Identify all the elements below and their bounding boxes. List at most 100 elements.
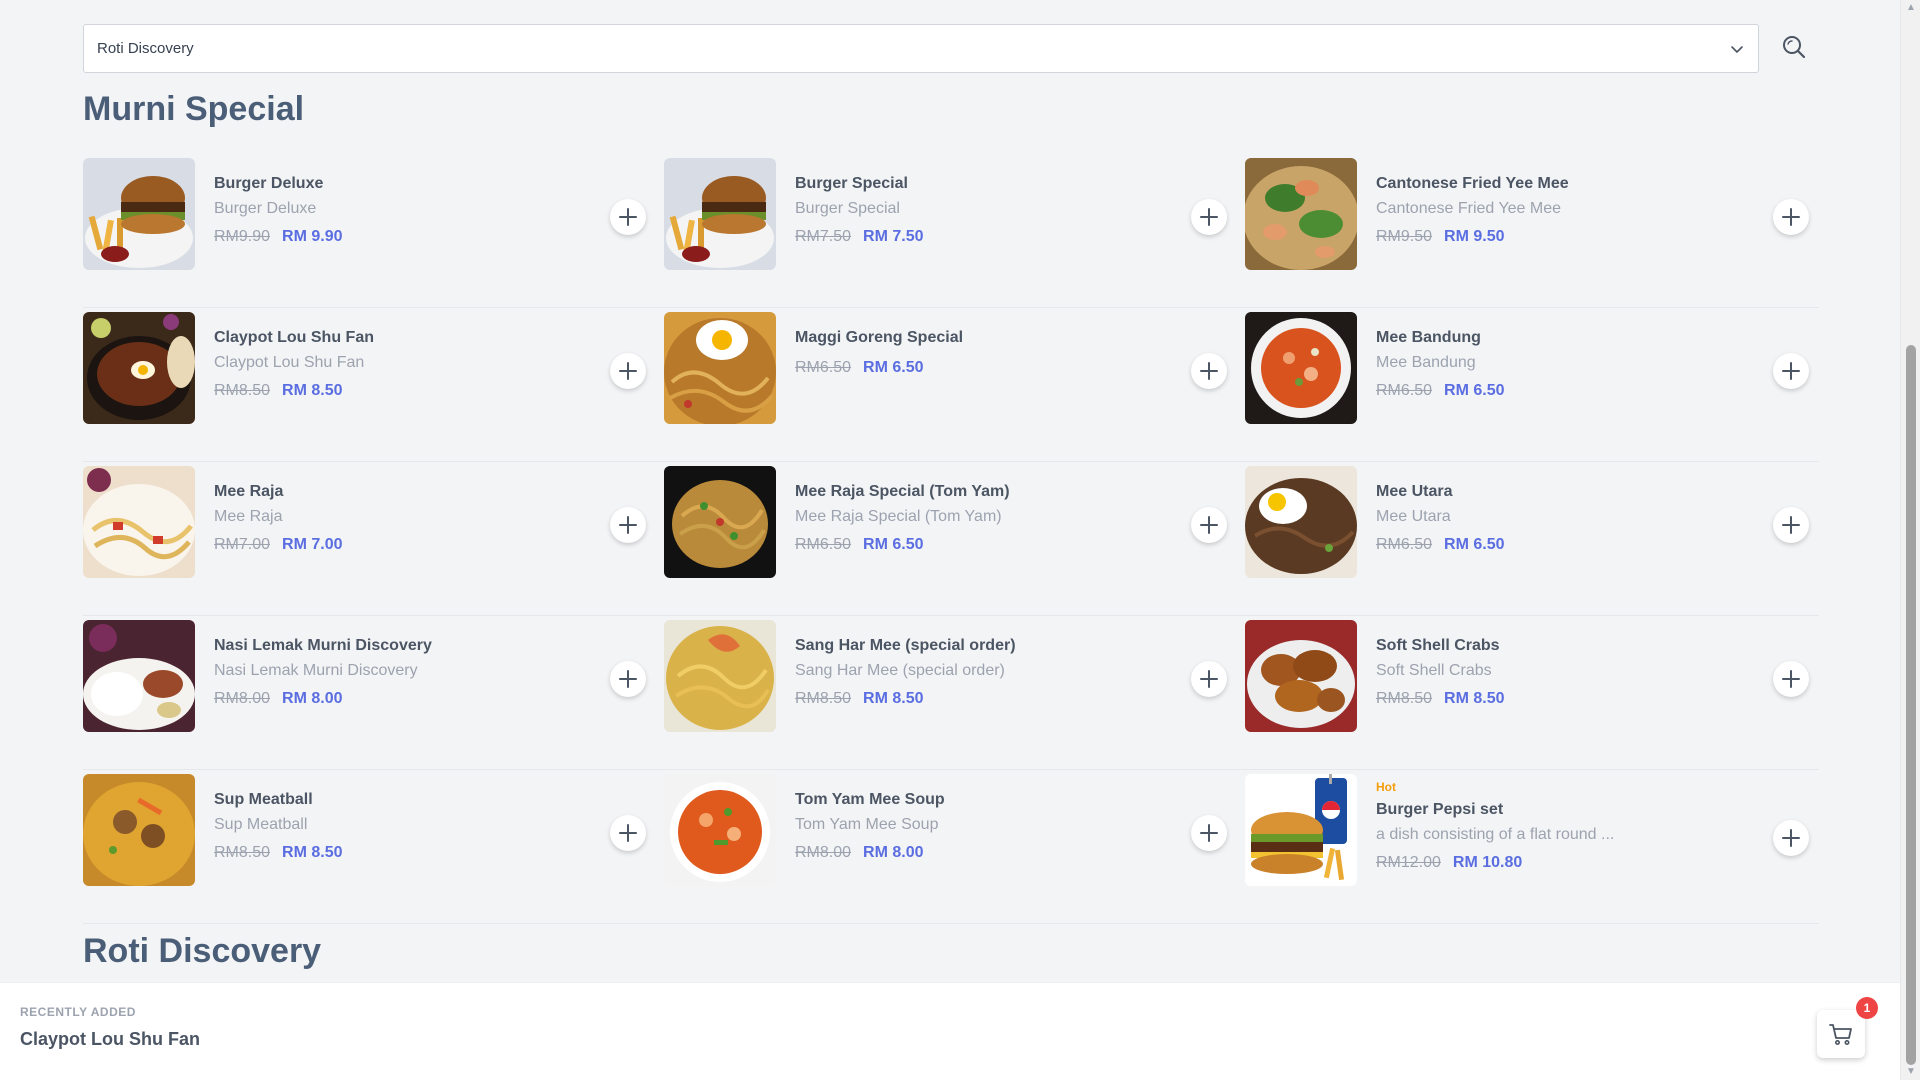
menu-item-card[interactable]: Burger Special Burger Special RM7.50 RM 7.5… bbox=[664, 154, 1245, 308]
scrollbar-thumb[interactable] bbox=[1906, 345, 1916, 1065]
current-price: RM 8.50 bbox=[282, 382, 343, 399]
add-to-cart-button[interactable] bbox=[1191, 353, 1227, 389]
plus-icon bbox=[1200, 208, 1218, 226]
menu-item-name[interactable]: Maggi Goreng Special bbox=[795, 328, 1165, 348]
menu-item-description: Mee Raja bbox=[214, 508, 283, 525]
menu-item-name[interactable]: Tom Yam Mee Soup bbox=[795, 790, 1165, 810]
search-button[interactable] bbox=[1779, 32, 1809, 62]
cart-button[interactable] bbox=[1817, 1010, 1865, 1058]
menu-item-image[interactable] bbox=[664, 466, 776, 578]
menu-item-card[interactable]: Claypot Lou Shu Fan Claypot Lou Shu Fan RM… bbox=[83, 308, 664, 462]
menu-item-name[interactable]: Sup Meatball bbox=[214, 790, 584, 810]
add-to-cart-button[interactable] bbox=[1191, 815, 1227, 851]
add-to-cart-button[interactable] bbox=[610, 507, 646, 543]
add-to-cart-button[interactable] bbox=[610, 199, 646, 235]
menu-item-name[interactable]: Sang Har Mee (special order) bbox=[795, 636, 1165, 656]
add-to-cart-button[interactable] bbox=[1773, 507, 1809, 543]
menu-item-name[interactable]: Burger Special bbox=[795, 174, 1165, 194]
menu-item-image[interactable] bbox=[664, 158, 776, 270]
menu-item-image[interactable] bbox=[1245, 620, 1357, 732]
menu-item-name[interactable]: Soft Shell Crabs bbox=[1376, 636, 1746, 656]
current-price: RM 9.50 bbox=[1444, 228, 1505, 245]
meatball-soup-photo bbox=[83, 774, 195, 886]
menu-item-name[interactable]: Mee Utara bbox=[1376, 482, 1746, 502]
add-to-cart-button[interactable] bbox=[610, 815, 646, 851]
menu-item-image[interactable] bbox=[83, 158, 195, 270]
plus-icon bbox=[1200, 670, 1218, 688]
recently-added-bar: RECENTLY ADDED Claypot Lou Shu Fan 1 bbox=[0, 982, 1900, 1080]
page-scrollbar[interactable]: ▲ ▼ bbox=[1900, 0, 1920, 1080]
menu-item-prices: RM8.00 RM 8.00 bbox=[795, 843, 1165, 863]
menu-item-info: Mee Raja Special (Tom Yam) Mee Raja Speci… bbox=[795, 482, 1165, 555]
add-to-cart-button[interactable] bbox=[1773, 820, 1809, 856]
menu-item-card[interactable]: Burger Deluxe Burger Deluxe RM9.90 RM 9.90 bbox=[83, 154, 664, 308]
menu-item-info: Claypot Lou Shu Fan Claypot Lou Shu Fan RM… bbox=[214, 328, 584, 401]
menu-item-card[interactable]: Maggi Goreng Special RM6.50 RM 6.50 bbox=[664, 308, 1245, 462]
original-price: RM8.50 bbox=[1376, 690, 1433, 707]
fried-noodle-photo bbox=[664, 466, 776, 578]
menu-item-info: Hot Burger Pepsi set a dish consisting of … bbox=[1376, 780, 1746, 873]
menu-item-card[interactable]: Mee Bandung Mee Bandung RM6.50 RM 6.50 bbox=[1245, 308, 1819, 462]
add-to-cart-button[interactable] bbox=[1191, 507, 1227, 543]
menu-item-card[interactable]: Hot Burger Pepsi set a dish consisting of … bbox=[1245, 770, 1819, 924]
menu-item-name[interactable]: Mee Bandung bbox=[1376, 328, 1746, 348]
menu-item-card[interactable]: Mee Utara Mee Utara RM6.50 RM 6.50 bbox=[1245, 462, 1819, 616]
menu-item-card[interactable]: Nasi Lemak Murni Discovery Nasi Lemak Mur… bbox=[83, 616, 664, 770]
menu-item-image[interactable] bbox=[83, 312, 195, 424]
recently-added-item[interactable]: Claypot Lou Shu Fan bbox=[20, 1029, 200, 1050]
menu-item-card[interactable]: Cantonese Fried Yee Mee Cantonese Fried Y… bbox=[1245, 154, 1819, 308]
menu-item-card[interactable]: Sang Har Mee (special order) Sang Har Mee… bbox=[664, 616, 1245, 770]
add-to-cart-button[interactable] bbox=[1773, 661, 1809, 697]
menu-item-image[interactable] bbox=[664, 774, 776, 886]
menu-item-prices: RM6.50 RM 6.50 bbox=[1376, 535, 1746, 555]
menu-item-name[interactable]: Mee Raja Special (Tom Yam) bbox=[795, 482, 1165, 502]
menu-item-description: Cantonese Fried Yee Mee bbox=[1376, 200, 1562, 217]
menu-item-image[interactable] bbox=[1245, 158, 1357, 270]
menu-item-card[interactable]: Mee Raja Special (Tom Yam) Mee Raja Speci… bbox=[664, 462, 1245, 616]
menu-item-image[interactable] bbox=[83, 466, 195, 578]
plus-icon bbox=[1782, 208, 1800, 226]
menu-item-image[interactable] bbox=[1245, 774, 1357, 886]
menu-item-image[interactable] bbox=[1245, 312, 1357, 424]
menu-item-card[interactable]: Mee Raja Mee Raja RM7.00 RM 7.00 bbox=[83, 462, 664, 616]
section-title-roti-discovery: Roti Discovery bbox=[83, 932, 322, 970]
menu-item-name[interactable]: Mee Raja bbox=[214, 482, 584, 502]
scroll-up-arrow-icon[interactable]: ▲ bbox=[1905, 2, 1917, 14]
menu-item-image[interactable] bbox=[83, 620, 195, 732]
menu-item-image[interactable] bbox=[664, 620, 776, 732]
tomyam-soup-photo bbox=[664, 774, 776, 886]
menu-item-image[interactable] bbox=[1245, 466, 1357, 578]
current-price: RM 8.00 bbox=[863, 844, 924, 861]
menu-item-card[interactable]: Soft Shell Crabs Soft Shell Crabs RM8.50 RM… bbox=[1245, 616, 1819, 770]
add-to-cart-button[interactable] bbox=[610, 353, 646, 389]
add-to-cart-button[interactable] bbox=[1773, 353, 1809, 389]
original-price: RM6.50 bbox=[1376, 536, 1433, 553]
menu-item-description: a dish consisting of a flat round ... bbox=[1376, 826, 1615, 843]
rice-plate-photo bbox=[83, 620, 195, 732]
menu-item-name[interactable]: Claypot Lou Shu Fan bbox=[214, 328, 584, 348]
add-to-cart-button[interactable] bbox=[1773, 199, 1809, 235]
scroll-down-arrow-icon[interactable]: ▼ bbox=[1905, 1066, 1917, 1078]
menu-item-card[interactable]: Sup Meatball Sup Meatball RM8.50 RM 8.50 bbox=[83, 770, 664, 924]
original-price: RM12.00 bbox=[1376, 854, 1441, 871]
menu-item-image[interactable] bbox=[83, 774, 195, 886]
menu-item-description: Nasi Lemak Murni Discovery bbox=[214, 662, 418, 679]
menu-item-name[interactable]: Cantonese Fried Yee Mee bbox=[1376, 174, 1746, 194]
menu-item-description: Sang Har Mee (special order) bbox=[795, 662, 1005, 679]
current-price: RM 9.90 bbox=[282, 228, 343, 245]
menu-item-image[interactable] bbox=[664, 312, 776, 424]
add-to-cart-button[interactable] bbox=[1191, 199, 1227, 235]
add-to-cart-button[interactable] bbox=[1191, 661, 1227, 697]
menu-item-name[interactable]: Nasi Lemak Murni Discovery bbox=[214, 636, 584, 656]
add-to-cart-button[interactable] bbox=[610, 661, 646, 697]
menu-item-description: Mee Utara bbox=[1376, 508, 1451, 525]
menu-item-prices: RM9.90 RM 9.90 bbox=[214, 227, 584, 247]
cart-icon bbox=[1829, 1024, 1852, 1045]
menu-item-card[interactable]: Tom Yam Mee Soup Tom Yam Mee Soup RM8.00 RM… bbox=[664, 770, 1245, 924]
menu-item-info: Tom Yam Mee Soup Tom Yam Mee Soup RM8.00 RM… bbox=[795, 790, 1165, 863]
fried-crab-photo bbox=[1245, 620, 1357, 732]
menu-item-name[interactable]: Burger Deluxe bbox=[214, 174, 584, 194]
original-price: RM6.50 bbox=[795, 359, 852, 376]
category-select[interactable]: Roti Discovery bbox=[83, 24, 1759, 73]
menu-item-name[interactable]: Burger Pepsi set bbox=[1376, 800, 1746, 820]
